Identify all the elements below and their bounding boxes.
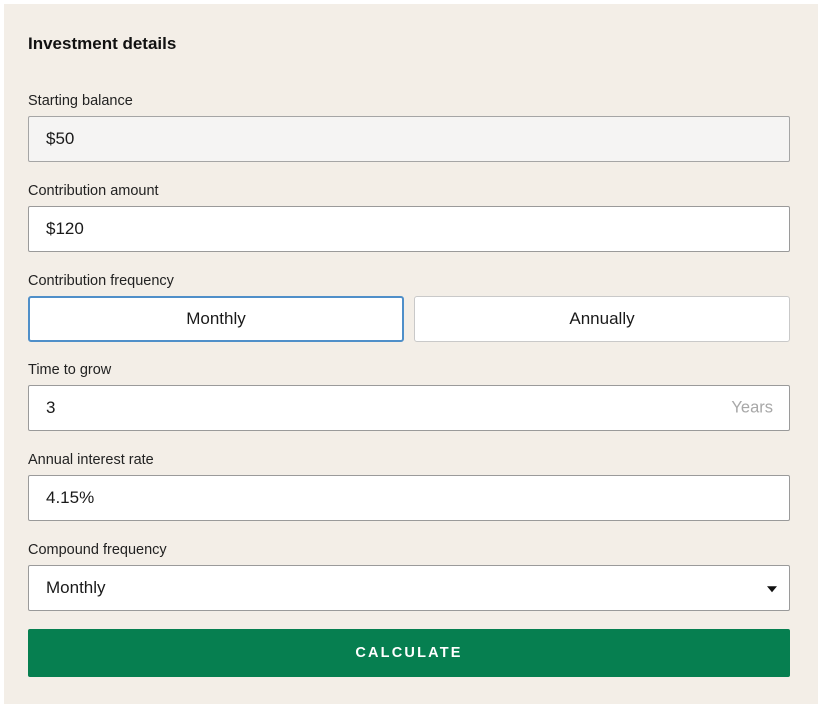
frequency-monthly-button[interactable]: Monthly xyxy=(28,296,404,342)
annual-interest-rate-label: Annual interest rate xyxy=(28,452,154,468)
compound-frequency-value: Monthly xyxy=(46,578,106,597)
calculate-button[interactable]: CALCULATE xyxy=(28,629,790,677)
compound-frequency-label: Compound frequency xyxy=(28,542,167,558)
time-to-grow-input[interactable]: 3 Years xyxy=(28,385,790,431)
time-to-grow-value: 3 xyxy=(46,398,56,417)
annual-interest-rate-input[interactable]: 4.15% xyxy=(28,475,790,521)
time-to-grow-label: Time to grow xyxy=(28,362,112,378)
annual-interest-rate-value: 4.15% xyxy=(46,488,95,507)
compound-frequency-select[interactable]: Monthly xyxy=(28,565,790,611)
contribution-amount-label: Contribution amount xyxy=(28,183,159,199)
contribution-amount-value: $120 xyxy=(46,219,84,238)
starting-balance-value: $50 xyxy=(46,129,75,148)
contribution-amount-input[interactable]: $120 xyxy=(28,206,790,252)
years-suffix: Years xyxy=(731,398,773,417)
starting-balance-input[interactable]: $50 xyxy=(28,116,790,162)
caret-down-icon xyxy=(767,586,777,593)
investment-details-panel: Investment details Starting balance $50 … xyxy=(4,4,818,704)
frequency-annually-button[interactable]: Annually xyxy=(414,296,790,342)
section-title: Investment details xyxy=(28,34,177,53)
starting-balance-label: Starting balance xyxy=(28,93,133,109)
contribution-frequency-label: Contribution frequency xyxy=(28,273,174,289)
